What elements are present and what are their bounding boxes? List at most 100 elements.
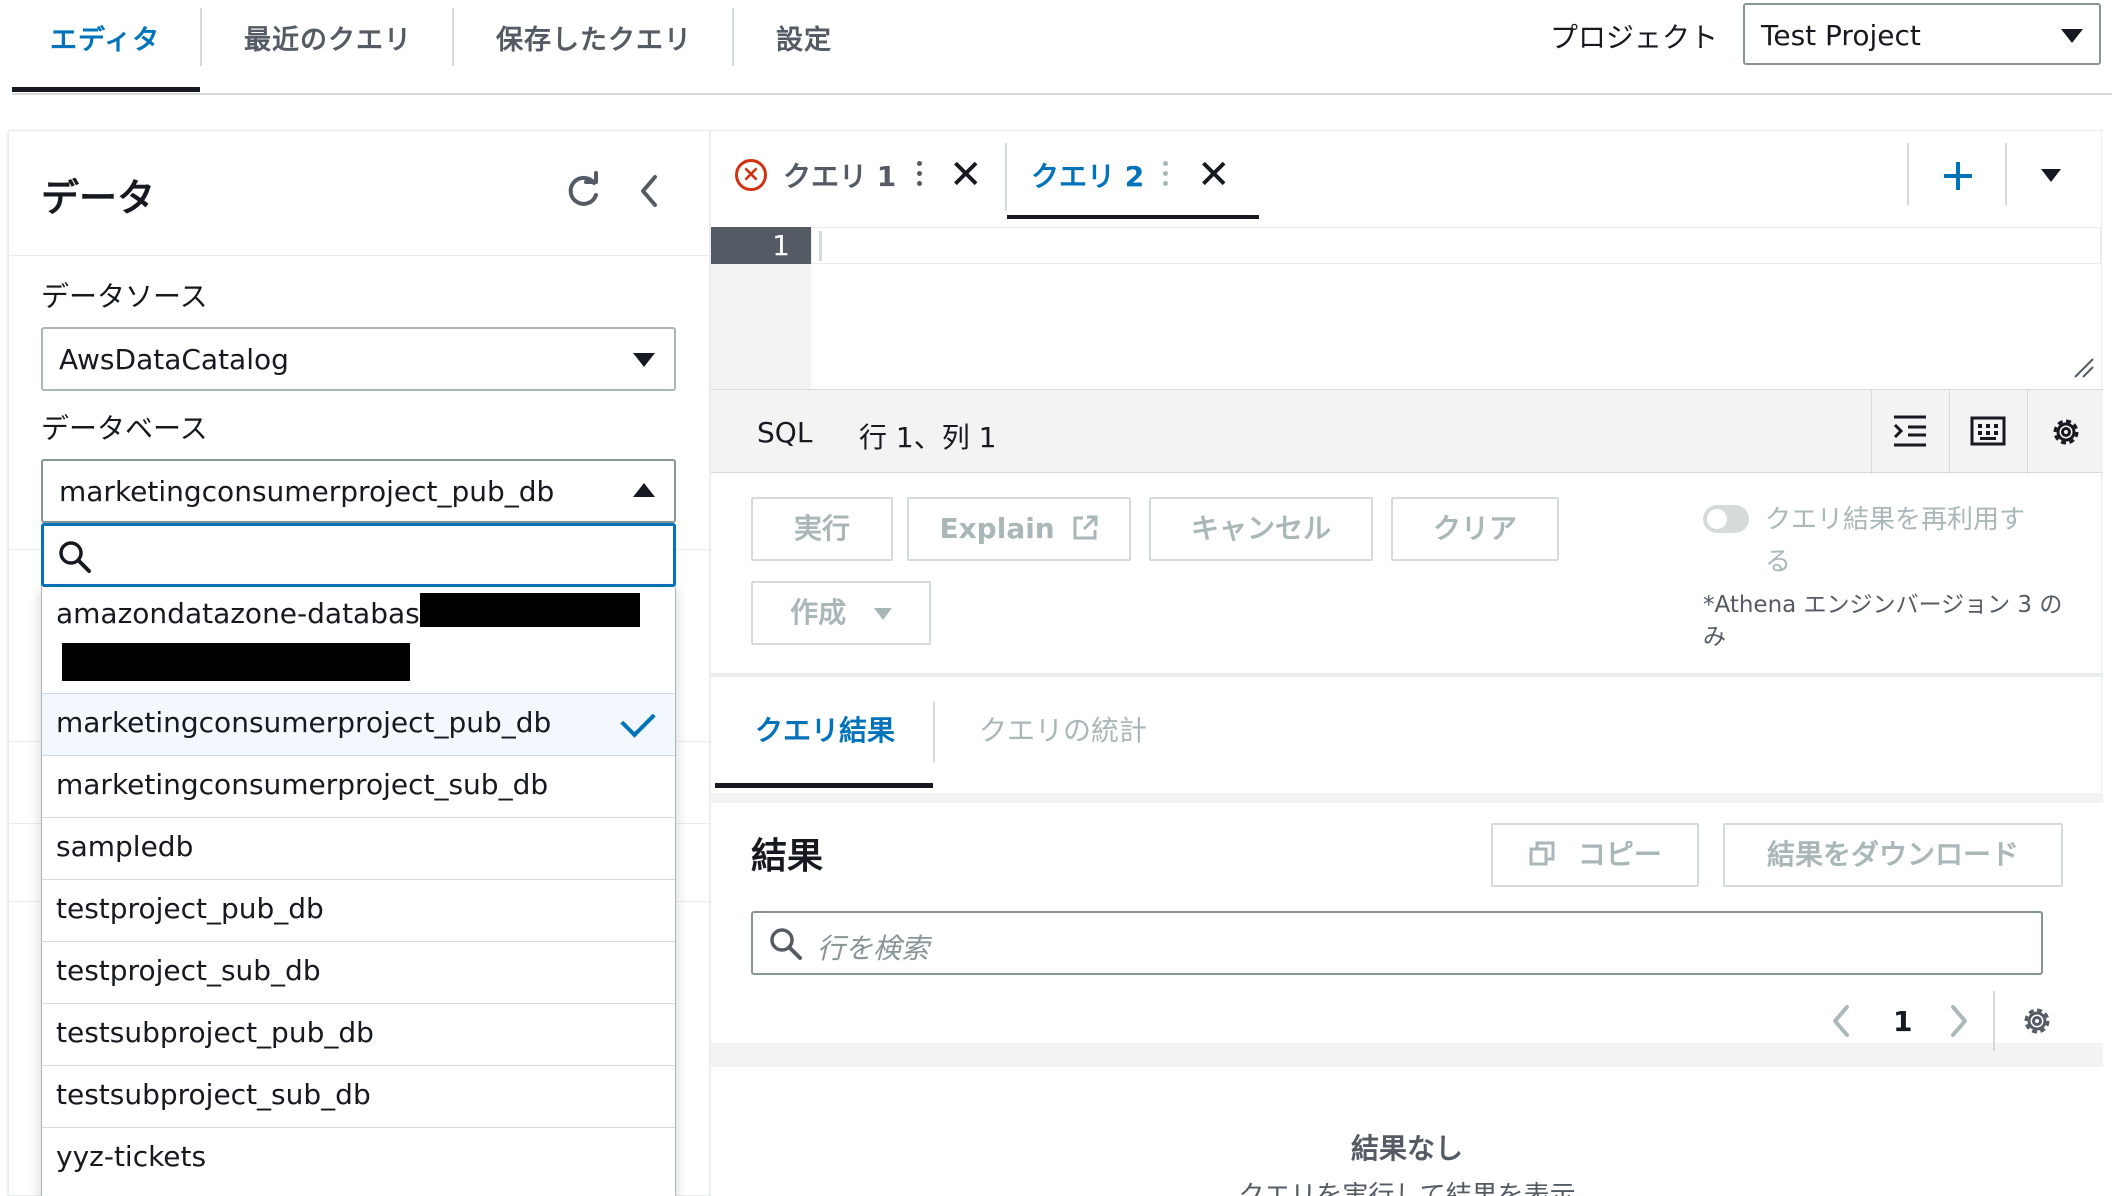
tab-divider bbox=[732, 8, 734, 66]
more-options-icon[interactable] bbox=[1163, 161, 1169, 191]
tab-saved-queries[interactable]: 保存したクエリ bbox=[496, 18, 692, 57]
tab-list-dropdown-icon[interactable] bbox=[2041, 169, 2061, 182]
line-number: 1 bbox=[711, 227, 811, 264]
create-button[interactable]: 作成 bbox=[751, 581, 931, 645]
project-label: プロジェクト bbox=[1550, 21, 1719, 54]
tab-divider bbox=[2005, 143, 2007, 205]
option-label: testsubproject_pub_db bbox=[56, 1016, 374, 1049]
explain-button[interactable]: Explain bbox=[907, 497, 1131, 561]
option-label: sampledb bbox=[56, 830, 194, 863]
reuse-results-label-cont: る bbox=[1765, 547, 1792, 577]
athena-version-note-cont: み bbox=[1703, 624, 1726, 650]
more-options-icon[interactable] bbox=[917, 161, 923, 191]
nav-divider bbox=[12, 93, 2112, 95]
data-panel-title: データ bbox=[41, 176, 156, 220]
panel-header-divider bbox=[9, 255, 711, 256]
data-panel: データ データソース AwsDataCatalog データベース marketi… bbox=[8, 130, 711, 1196]
format-icon bbox=[1893, 415, 1926, 447]
text-cursor bbox=[819, 231, 822, 261]
gear-icon bbox=[2053, 419, 2079, 445]
tab-divider bbox=[933, 701, 935, 763]
search-icon bbox=[770, 928, 802, 960]
tab-settings[interactable]: 設定 bbox=[776, 18, 832, 57]
copy-label: コピー bbox=[1577, 838, 1662, 871]
redacted-block bbox=[420, 593, 640, 627]
active-tab-indicator bbox=[12, 87, 200, 92]
row-search-input[interactable]: 行を検索 bbox=[751, 911, 2043, 975]
next-page-icon[interactable] bbox=[1945, 1003, 1971, 1039]
project-select[interactable]: Test Project bbox=[1743, 3, 2101, 65]
database-search-input[interactable] bbox=[41, 523, 676, 587]
list-item[interactable]: sampledb bbox=[42, 817, 675, 879]
chevron-down-icon bbox=[873, 608, 892, 620]
download-results-button[interactable]: 結果をダウンロード bbox=[1723, 823, 2063, 887]
run-button[interactable]: 実行 bbox=[751, 497, 893, 561]
clear-button[interactable]: クリア bbox=[1391, 497, 1559, 561]
tab-query-1[interactable]: クエリ 1 bbox=[783, 155, 896, 195]
close-tab-icon[interactable]: ✕ bbox=[949, 155, 983, 195]
previous-page-icon[interactable] bbox=[1829, 1003, 1855, 1039]
tab-editor[interactable]: エディタ bbox=[50, 18, 160, 57]
editor-status-bar: SQL 行 1、列 1 bbox=[711, 389, 2105, 474]
list-item[interactable]: yyz-tickets bbox=[42, 1127, 675, 1196]
list-item[interactable]: testsubproject_sub_db bbox=[42, 1065, 675, 1127]
option-label: marketingconsumerproject_pub_db bbox=[56, 706, 552, 739]
explain-label: Explain bbox=[939, 512, 1055, 545]
list-item[interactable]: marketingconsumerproject_sub_db bbox=[42, 755, 675, 817]
add-tab-icon[interactable] bbox=[1941, 159, 1975, 193]
results-title: 結果 bbox=[751, 836, 824, 877]
tab-divider bbox=[452, 8, 454, 66]
copy-icon bbox=[1529, 841, 1555, 866]
cancel-button[interactable]: キャンセル bbox=[1149, 497, 1373, 561]
tab-query-results[interactable]: クエリ結果 bbox=[755, 709, 895, 749]
option-label: testsubproject_sub_db bbox=[56, 1078, 371, 1111]
chevron-down-icon bbox=[2061, 29, 2083, 43]
sql-editor[interactable] bbox=[811, 227, 2101, 264]
list-item[interactable]: testproject_sub_db bbox=[42, 941, 675, 1003]
search-icon bbox=[59, 541, 91, 573]
status-cursor-position: 行 1、列 1 bbox=[859, 421, 997, 454]
gear-icon[interactable] bbox=[2019, 1003, 2055, 1039]
reuse-results-label: クエリ結果を再利用す bbox=[1765, 505, 2026, 535]
list-item[interactable]: testsubproject_pub_db bbox=[42, 1003, 675, 1065]
tab-query-stats[interactable]: クエリの統計 bbox=[979, 709, 1147, 749]
chevron-down-icon bbox=[633, 353, 655, 367]
refresh-icon[interactable] bbox=[563, 171, 603, 211]
option-label: testproject_sub_db bbox=[56, 954, 321, 987]
current-page-number[interactable]: 1 bbox=[1893, 1005, 1912, 1038]
copy-button[interactable]: コピー bbox=[1491, 823, 1699, 887]
resize-handle-icon[interactable] bbox=[2073, 357, 2095, 379]
tab-divider bbox=[200, 8, 202, 66]
option-label: yyz-tickets bbox=[56, 1140, 207, 1173]
active-query-tab-indicator bbox=[1007, 215, 1259, 219]
database-label: データベース bbox=[41, 412, 208, 445]
database-select[interactable]: marketingconsumerproject_pub_db bbox=[41, 459, 676, 523]
option-label: amazondatazone-database- bbox=[56, 597, 448, 630]
collapse-panel-icon[interactable] bbox=[635, 173, 665, 209]
option-label: marketingconsumerproject_sub_db bbox=[56, 768, 549, 801]
keyboard-shortcuts-button[interactable] bbox=[1949, 390, 2027, 474]
create-label: 作成 bbox=[790, 596, 847, 629]
status-language: SQL bbox=[757, 416, 813, 449]
checkmark-icon bbox=[620, 702, 656, 738]
list-item[interactable]: testproject_pub_db bbox=[42, 879, 675, 941]
empty-results-title: 結果なし bbox=[1350, 1132, 1463, 1165]
external-link-icon bbox=[1073, 515, 1097, 540]
editor-settings-button[interactable] bbox=[2027, 390, 2105, 474]
format-button[interactable] bbox=[1871, 390, 1949, 474]
editor-panel: × クエリ 1 ✕ クエリ 2 ✕ 1 SQL 行 1、列 1 実行 Expla… bbox=[710, 130, 2105, 1196]
active-results-tab-indicator bbox=[715, 783, 933, 788]
list-item[interactable]: amazondatazone-database- bbox=[42, 587, 675, 693]
datasource-select[interactable]: AwsDataCatalog bbox=[41, 327, 676, 391]
database-select-value: marketingconsumerproject_pub_db bbox=[59, 475, 555, 508]
list-item-selected[interactable]: marketingconsumerproject_pub_db bbox=[42, 693, 675, 755]
tab-recent-queries[interactable]: 最近のクエリ bbox=[244, 18, 412, 57]
close-tab-icon[interactable]: ✕ bbox=[1197, 155, 1231, 195]
tab-query-2[interactable]: クエリ 2 bbox=[1031, 155, 1144, 195]
datasource-select-value: AwsDataCatalog bbox=[59, 343, 289, 376]
tab-divider bbox=[1907, 143, 1909, 205]
reuse-results-toggle[interactable] bbox=[1703, 505, 1749, 533]
empty-results-subtitle: クエリを実行して結果を表示 bbox=[1238, 1181, 1576, 1196]
row-search-placeholder: 行を検索 bbox=[817, 932, 930, 965]
keyboard-icon bbox=[1970, 416, 2006, 446]
